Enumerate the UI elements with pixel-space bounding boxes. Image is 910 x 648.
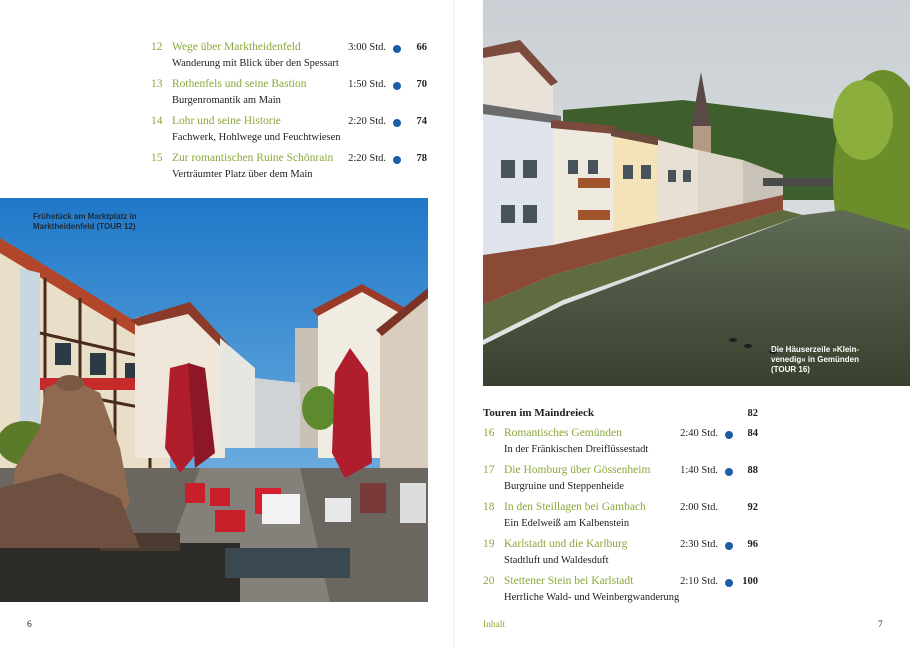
entry-title: Rothenfels und seine Bastion <box>172 78 307 90</box>
right-page: Die Häuserzeile »Klein- venedig« in Gemü… <box>455 0 910 648</box>
entry-subtitle: Verträumter Platz über dem Main <box>172 169 313 180</box>
entry-page-number: 100 <box>742 576 758 587</box>
marketplace-photo <box>0 198 428 602</box>
section-title: Touren im Maindreieck <box>483 407 595 419</box>
toc-entry-19[interactable]: 19 Karlstadt und die Karlburg 2:30 Std. … <box>483 538 759 570</box>
entry-page-number: 70 <box>416 79 428 90</box>
difficulty-dot-icon <box>393 119 401 127</box>
entry-title: Karlstadt und die Karlburg <box>504 538 628 550</box>
entry-number: 12 <box>151 41 163 53</box>
entry-number: 19 <box>483 538 495 550</box>
toc-entry-16[interactable]: 16 Romantisches Gemünden 2:40 Std. 84 In… <box>483 427 759 459</box>
caption-line: Marktheidenfeld (TOUR 12) <box>33 222 136 231</box>
entry-page-number: 66 <box>416 42 428 53</box>
entry-title: Zur romantischen Ruine Schönrain <box>172 152 334 164</box>
page-number: 7 <box>878 620 883 630</box>
entry-subtitle: Herrliche Wald- und Weinbergwanderung <box>504 592 680 603</box>
entry-page-number: 96 <box>747 539 759 550</box>
entry-subtitle: Fachwerk, Hohlwege und Feuchtwiesen <box>172 132 341 143</box>
entry-page-number: 88 <box>747 465 759 476</box>
toc-entry-18[interactable]: 18 In den Steillagen bei Gambach 2:00 St… <box>483 501 759 533</box>
toc-entry-20[interactable]: 20 Stettener Stein bei Karlstadt 2:10 St… <box>483 575 759 607</box>
entry-duration: 2:00 Std. <box>680 502 718 513</box>
caption-line: Die Häuserzeile »Klein- <box>771 345 860 354</box>
river-illustration <box>483 0 910 386</box>
entry-title: In den Steillagen bei Gambach <box>504 501 646 513</box>
entry-subtitle: Stadtluft und Waldesduft <box>504 555 609 566</box>
entry-number: 13 <box>151 78 163 90</box>
entry-subtitle: Ein Edelweiß am Kalbenstein <box>504 518 630 529</box>
entry-duration: 1:40 Std. <box>680 465 718 476</box>
toc-entry-17[interactable]: 17 Die Homburg über Gössenheim 1:40 Std.… <box>483 464 759 496</box>
entry-subtitle: Burgruine und Steppenheide <box>504 481 624 492</box>
entry-duration: 2:40 Std. <box>680 428 718 439</box>
entry-number: 14 <box>151 115 163 127</box>
entry-page-number: 84 <box>747 428 759 439</box>
entry-duration: 3:00 Std. <box>348 42 386 53</box>
photo-caption: Die Häuserzeile »Klein- venedig« in Gemü… <box>771 345 859 375</box>
toc-entry-14[interactable]: 14 Lohr und seine Historie 2:20 Std. 74 … <box>151 115 427 147</box>
entry-page-number: 74 <box>416 116 428 127</box>
entry-duration: 1:50 Std. <box>348 79 386 90</box>
entry-duration: 2:20 Std. <box>348 153 386 164</box>
entry-duration: 2:20 Std. <box>348 116 386 127</box>
entry-number: 20 <box>483 575 495 587</box>
caption-line: (TOUR 16) <box>771 365 810 374</box>
page-number: 6 <box>27 620 32 630</box>
toc-entry-13[interactable]: 13 Rothenfels und seine Bastion 1:50 Std… <box>151 78 427 110</box>
entry-number: 16 <box>483 427 495 439</box>
entry-number: 15 <box>151 152 163 164</box>
difficulty-dot-icon <box>725 431 733 439</box>
entry-subtitle: Wanderung mit Blick über den Spessart <box>172 58 339 69</box>
section-page-number: 82 <box>747 408 759 419</box>
difficulty-dot-icon <box>393 156 401 164</box>
left-page: 12 Wege über Marktheidenfeld 3:00 Std. 6… <box>0 0 455 648</box>
entry-title: Lohr und seine Historie <box>172 115 281 127</box>
entry-duration: 2:10 Std. <box>680 576 718 587</box>
entry-page-number: 92 <box>747 502 759 513</box>
difficulty-dot-icon <box>725 468 733 476</box>
entry-duration: 2:30 Std. <box>680 539 718 550</box>
toc-entry-15[interactable]: 15 Zur romantischen Ruine Schönrain 2:20… <box>151 152 427 184</box>
marketplace-illustration <box>0 198 428 602</box>
entry-page-number: 78 <box>416 153 428 164</box>
difficulty-dot-icon <box>725 542 733 550</box>
caption-line: Frühstück am Marktplatz in <box>33 212 137 221</box>
entry-title: Romantisches Gemünden <box>504 427 622 439</box>
running-footer: Inhalt <box>483 620 506 630</box>
difficulty-dot-icon <box>725 579 733 587</box>
difficulty-dot-icon <box>393 45 401 53</box>
entry-subtitle: In der Fränkischen Dreiflüssestadt <box>504 444 649 455</box>
entry-title: Die Homburg über Gössenheim <box>504 464 651 476</box>
photo-caption: Frühstück am Marktplatz in Marktheidenfe… <box>33 212 137 232</box>
entry-subtitle: Burgenromantik am Main <box>172 95 281 106</box>
difficulty-dot-icon <box>393 82 401 90</box>
entry-title: Wege über Marktheidenfeld <box>172 41 301 53</box>
entry-title: Stettener Stein bei Karlstadt <box>504 575 634 587</box>
entry-number: 17 <box>483 464 495 476</box>
entry-number: 18 <box>483 501 495 513</box>
toc-entry-12[interactable]: 12 Wege über Marktheidenfeld 3:00 Std. 6… <box>151 41 427 73</box>
caption-line: venedig« in Gemünden <box>771 355 860 364</box>
river-town-photo <box>483 0 910 386</box>
